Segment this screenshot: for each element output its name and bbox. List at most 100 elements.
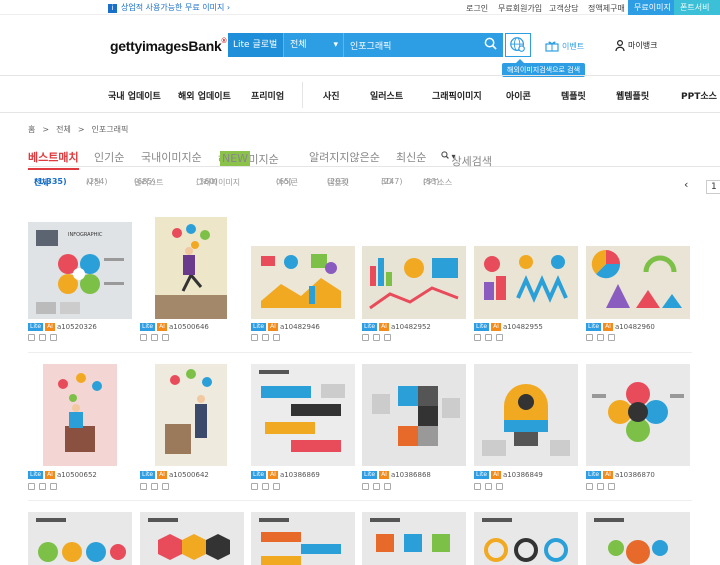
- nav-illustration[interactable]: 일러스트: [370, 89, 403, 102]
- thumbnail-image[interactable]: [474, 246, 578, 319]
- free-image-notice[interactable]: i 상업적 사용가능한 무료 이미지 ›: [108, 2, 230, 13]
- preview-icon[interactable]: [39, 334, 46, 341]
- similar-icon[interactable]: [474, 483, 481, 490]
- download-icon[interactable]: [496, 334, 503, 341]
- page-number-input[interactable]: 1: [706, 180, 720, 194]
- thumbnail-image[interactable]: [43, 364, 117, 466]
- preview-icon[interactable]: [597, 483, 604, 490]
- thumbnail-image[interactable]: [586, 364, 690, 466]
- thumbnail-image[interactable]: [474, 512, 578, 565]
- similar-icon[interactable]: [140, 483, 147, 490]
- thumbnail-image[interactable]: [586, 246, 690, 319]
- thumbnail-image[interactable]: [155, 364, 227, 466]
- thumbnail-image[interactable]: [251, 512, 355, 565]
- signup-link[interactable]: 무료회원가입: [498, 3, 542, 14]
- item-id[interactable]: a10500642: [169, 471, 209, 479]
- download-icon[interactable]: [608, 334, 615, 341]
- thumbnail-image[interactable]: [251, 246, 355, 319]
- preview-icon[interactable]: [597, 334, 604, 341]
- nav-premium[interactable]: 프리미엄: [251, 89, 284, 102]
- preview-icon[interactable]: [373, 334, 380, 341]
- download-icon[interactable]: [162, 334, 169, 341]
- download-icon[interactable]: [273, 483, 280, 490]
- preview-icon[interactable]: [39, 483, 46, 490]
- breadcrumb-all[interactable]: 전체: [56, 124, 71, 135]
- similar-icon[interactable]: [362, 334, 369, 341]
- thumbnail-image[interactable]: [251, 364, 355, 466]
- item-id[interactable]: a10500646: [169, 323, 209, 331]
- similar-icon[interactable]: [362, 483, 369, 490]
- search-button[interactable]: [477, 37, 503, 53]
- site-logo[interactable]: gettyimagesBank®: [110, 38, 227, 54]
- item-id[interactable]: a10482955: [503, 323, 543, 331]
- similar-icon[interactable]: [28, 483, 35, 490]
- preview-icon[interactable]: [151, 334, 158, 341]
- nav-graphic[interactable]: 그래픽이미지: [432, 89, 482, 102]
- item-id[interactable]: a10520326: [57, 323, 97, 331]
- similar-icon[interactable]: [251, 483, 258, 490]
- item-id[interactable]: a10386869: [280, 471, 320, 479]
- thumbnail-image[interactable]: [586, 512, 690, 565]
- nav-template[interactable]: 템플릿: [561, 89, 586, 102]
- preview-icon[interactable]: [485, 483, 492, 490]
- tab-domestic[interactable]: 국내이미지순: [141, 149, 202, 165]
- thumbnail-image[interactable]: [362, 512, 466, 565]
- prev-page-button[interactable]: ‹: [684, 178, 688, 191]
- login-link[interactable]: 로그인: [466, 3, 488, 14]
- tab-best-match[interactable]: 베스트매치: [28, 149, 79, 170]
- nav-web-template[interactable]: 웹템플릿: [616, 89, 649, 102]
- advanced-search-button[interactable]: 상세검색 ▾: [441, 151, 492, 168]
- item-id[interactable]: a10386868: [391, 471, 431, 479]
- thumbnail-image[interactable]: [362, 246, 466, 319]
- similar-icon[interactable]: [251, 334, 258, 341]
- nav-ppt[interactable]: PPT소스: [681, 89, 717, 102]
- nav-photo[interactable]: 사진: [323, 89, 340, 102]
- download-icon[interactable]: [384, 483, 391, 490]
- mybank-link[interactable]: 마이뱅크: [615, 40, 657, 51]
- event-link[interactable]: 이벤트: [545, 40, 584, 52]
- thumbnail-image[interactable]: [140, 512, 244, 565]
- breadcrumb-current[interactable]: 인포그래픽: [92, 124, 129, 135]
- item-id[interactable]: a10386849: [503, 471, 543, 479]
- search-input[interactable]: [344, 33, 477, 57]
- customer-service-link[interactable]: 고객상담: [549, 3, 578, 14]
- similar-icon[interactable]: [474, 334, 481, 341]
- item-id[interactable]: a10482946: [280, 323, 320, 331]
- thumbnail-image[interactable]: [362, 364, 466, 466]
- font-service-button[interactable]: 폰트서비스: [674, 0, 720, 27]
- similar-icon[interactable]: [140, 334, 147, 341]
- global-search-button[interactable]: [505, 33, 531, 57]
- download-icon[interactable]: [496, 483, 503, 490]
- subscription-link[interactable]: 정액제구매: [588, 3, 625, 14]
- download-icon[interactable]: [608, 483, 615, 490]
- scope-select[interactable]: Lite 글로벌 ▾: [228, 33, 284, 74]
- preview-icon[interactable]: [373, 483, 380, 490]
- download-icon[interactable]: [273, 334, 280, 341]
- similar-icon[interactable]: [586, 483, 593, 490]
- item-id[interactable]: a10482960: [615, 323, 655, 331]
- nav-icon[interactable]: 아이콘: [506, 89, 531, 102]
- download-icon[interactable]: [50, 483, 57, 490]
- item-id[interactable]: a10386870: [615, 471, 655, 479]
- thumbnail-image[interactable]: [155, 217, 227, 319]
- thumbnail-image[interactable]: [474, 364, 578, 466]
- thumbnail-image[interactable]: [28, 512, 132, 565]
- item-id[interactable]: a10500652: [57, 471, 97, 479]
- category-select[interactable]: 전체 ▾: [284, 33, 344, 57]
- nav-overseas-update[interactable]: 해외 업데이트: [178, 89, 231, 102]
- download-icon[interactable]: [50, 334, 57, 341]
- thumbnail-image[interactable]: INFOGRAPHIC: [28, 222, 132, 319]
- tab-unknown[interactable]: 알려지지않은순: [309, 149, 380, 165]
- similar-icon[interactable]: [28, 334, 35, 341]
- breadcrumb-home[interactable]: 홈: [28, 124, 35, 135]
- tab-popular[interactable]: 인기순: [94, 149, 124, 165]
- preview-icon[interactable]: [485, 334, 492, 341]
- preview-icon[interactable]: [262, 334, 269, 341]
- nav-domestic-update[interactable]: 국내 업데이트: [108, 89, 161, 102]
- item-id[interactable]: a10482952: [391, 323, 431, 331]
- download-icon[interactable]: [384, 334, 391, 341]
- tab-latest[interactable]: 최신순: [396, 149, 426, 165]
- preview-icon[interactable]: [151, 483, 158, 490]
- similar-icon[interactable]: [586, 334, 593, 341]
- download-icon[interactable]: [162, 483, 169, 490]
